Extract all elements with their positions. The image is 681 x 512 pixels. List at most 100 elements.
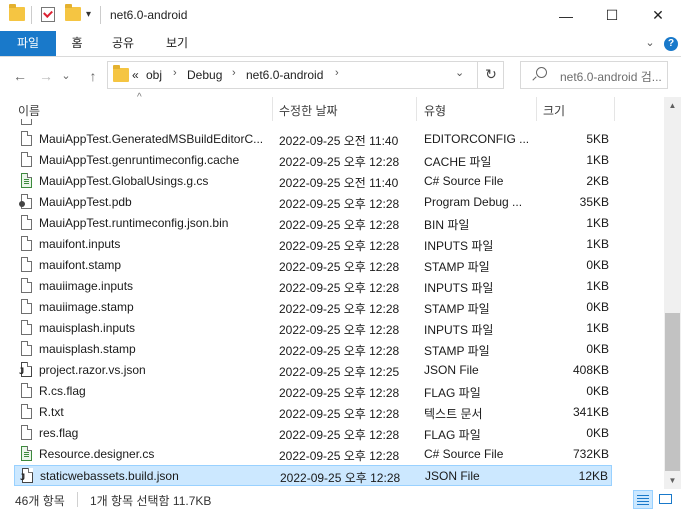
qat-dropdown-icon[interactable]: ▾ [86, 9, 91, 20]
ribbon-expand-icon[interactable]: ⌄ [641, 35, 659, 51]
tab-view[interactable]: 보기 [157, 31, 197, 56]
column-header-date[interactable]: 수정한 날짜 [279, 102, 338, 119]
file-date: 2022-09-25 오후 12:28 [279, 386, 400, 400]
table-row[interactable]: MauiAppTest.GeneratedMSBuildEditorC... 20… [14, 129, 612, 150]
file-date: 2022-09-25 오후 12:28 [279, 428, 400, 442]
close-button[interactable]: ✕ [635, 0, 681, 31]
table-row-partial[interactable] [14, 119, 612, 129]
table-row[interactable]: staticwebassets.build.json 2022-09-25 오후 … [14, 465, 612, 486]
table-row[interactable]: R.txt 2022-09-25 오후 12:28 텍스트 문서 341KB [14, 402, 612, 423]
file-type: INPUTS 파일 [424, 281, 494, 295]
breadcrumb-sep[interactable]: › [335, 67, 339, 79]
file-icon [21, 320, 32, 335]
recent-locations-button[interactable]: ⌄ [59, 65, 73, 87]
file-date: 2022-09-25 오전 11:40 [279, 176, 399, 190]
table-row[interactable]: MauiAppTest.pdb 2022-09-25 오후 12:28 Progra… [14, 192, 612, 213]
file-icon [21, 404, 32, 419]
debug-file-icon [19, 194, 32, 209]
table-row[interactable]: MauiAppTest.GlobalUsings.g.cs 2022-09-25 … [14, 171, 612, 192]
column-header-name[interactable]: 이름 [18, 102, 40, 119]
csharp-file-icon [21, 446, 32, 461]
tab-file[interactable]: 파일 [0, 31, 56, 56]
file-name: MauiAppTest.pdb [39, 195, 132, 209]
breadcrumb-debug[interactable]: Debug [187, 68, 222, 82]
table-row[interactable]: mauiimage.inputs 2022-09-25 오후 12:28 INPUT… [14, 276, 612, 297]
file-name: res.flag [39, 426, 79, 440]
refresh-button[interactable]: ↻ [477, 61, 504, 89]
table-row[interactable]: project.razor.vs.json 2022-09-25 오후 12:25… [14, 360, 612, 381]
file-icon [21, 278, 32, 293]
file-date: 2022-09-25 오후 12:28 [279, 323, 400, 337]
column-header-size[interactable]: 크기 [543, 102, 565, 119]
column-header-type[interactable]: 유형 [424, 102, 446, 119]
table-row[interactable]: res.flag 2022-09-25 오후 12:28 FLAG 파일 0KB [14, 423, 612, 444]
search-placeholder: net6.0-android 검... [560, 70, 662, 84]
file-date: 2022-09-25 오후 12:28 [279, 260, 400, 274]
address-folder-icon [113, 65, 129, 82]
column-separator[interactable] [416, 97, 417, 121]
file-icon [21, 215, 32, 230]
table-row[interactable]: mauifont.stamp 2022-09-25 오후 12:28 STAMP 파… [14, 255, 612, 276]
table-row[interactable]: Resource.designer.cs 2022-09-25 오후 12:28 C… [14, 444, 612, 465]
file-name: MauiAppTest.runtimeconfig.json.bin [39, 216, 229, 230]
forward-button[interactable]: → [35, 65, 57, 87]
file-name: mauisplash.inputs [39, 321, 136, 335]
file-name: mauiimage.inputs [39, 279, 134, 293]
up-button[interactable]: ↑ [82, 65, 104, 87]
minimize-button[interactable]: — [543, 0, 589, 31]
column-separator[interactable] [272, 97, 273, 121]
file-icon [21, 341, 32, 356]
file-date: 2022-09-25 오후 12:28 [279, 239, 400, 253]
table-row[interactable]: mauiimage.stamp 2022-09-25 오후 12:28 STAMP … [14, 297, 612, 318]
breadcrumb-sep[interactable]: › [232, 67, 236, 79]
table-row[interactable]: mauisplash.inputs 2022-09-25 오후 12:28 INPU… [14, 318, 612, 339]
table-row[interactable]: mauifont.inputs 2022-09-25 오후 12:28 INPUTS… [14, 234, 612, 255]
file-size: 12KB [578, 469, 608, 483]
column-separator[interactable] [614, 97, 615, 121]
scroll-up-arrow-icon[interactable]: ▲ [664, 97, 681, 114]
column-separator[interactable] [536, 97, 537, 121]
file-type: FLAG 파일 [424, 386, 481, 400]
file-date: 2022-09-25 오후 12:28 [279, 218, 400, 232]
breadcrumb-sep[interactable]: › [173, 67, 177, 79]
address-dropdown-icon[interactable]: ⌄ [455, 66, 464, 79]
file-name: R.txt [39, 405, 64, 419]
file-name: R.cs.flag [39, 384, 86, 398]
table-row[interactable]: R.cs.flag 2022-09-25 오후 12:28 FLAG 파일 0KB [14, 381, 612, 402]
help-icon[interactable]: ? [664, 37, 678, 51]
tab-share[interactable]: 공유 [106, 31, 140, 56]
file-size: 1KB [586, 216, 609, 230]
csharp-file-icon [21, 173, 32, 188]
ribbon-tabs [0, 31, 681, 57]
breadcrumb-net6[interactable]: net6.0-android [246, 68, 323, 82]
scroll-down-arrow-icon[interactable]: ▼ [664, 472, 681, 489]
json-file-icon [19, 362, 32, 377]
breadcrumb-obj[interactable]: obj [146, 68, 162, 82]
file-type: INPUTS 파일 [424, 239, 494, 253]
file-icon [21, 383, 32, 398]
table-row[interactable]: MauiAppTest.runtimeconfig.json.bin 2022-0… [14, 213, 612, 234]
file-name: mauiimage.stamp [39, 300, 134, 314]
file-icon [21, 299, 32, 314]
file-list[interactable]: MauiAppTest.GeneratedMSBuildEditorC... 20… [0, 119, 664, 489]
scrollbar-thumb[interactable] [665, 313, 680, 471]
file-type: STAMP 파일 [424, 302, 490, 316]
title-divider [100, 6, 101, 24]
file-size: 0KB [586, 300, 609, 314]
file-date: 2022-09-25 오후 12:25 [279, 365, 400, 379]
maximize-button[interactable]: ☐ [589, 0, 635, 31]
selection-info: 1개 항목 선택함 11.7KB [90, 494, 212, 508]
file-size: 2KB [586, 174, 609, 188]
file-date: 2022-09-25 오후 12:28 [279, 197, 400, 211]
file-size: 408KB [572, 363, 609, 377]
large-icons-view-icon[interactable] [656, 490, 676, 509]
file-size: 0KB [586, 258, 609, 272]
back-button[interactable]: ← [9, 65, 31, 87]
properties-icon[interactable] [41, 7, 55, 22]
breadcrumb-overflow[interactable]: « [132, 68, 139, 82]
table-row[interactable]: mauisplash.stamp 2022-09-25 오후 12:28 STAMP… [14, 339, 612, 360]
tab-home[interactable]: 홈 [60, 31, 94, 56]
table-row[interactable]: MauiAppTest.genruntimeconfig.cache 2022-0… [14, 150, 612, 171]
details-view-icon[interactable] [633, 490, 653, 509]
new-folder-icon[interactable] [65, 4, 81, 21]
